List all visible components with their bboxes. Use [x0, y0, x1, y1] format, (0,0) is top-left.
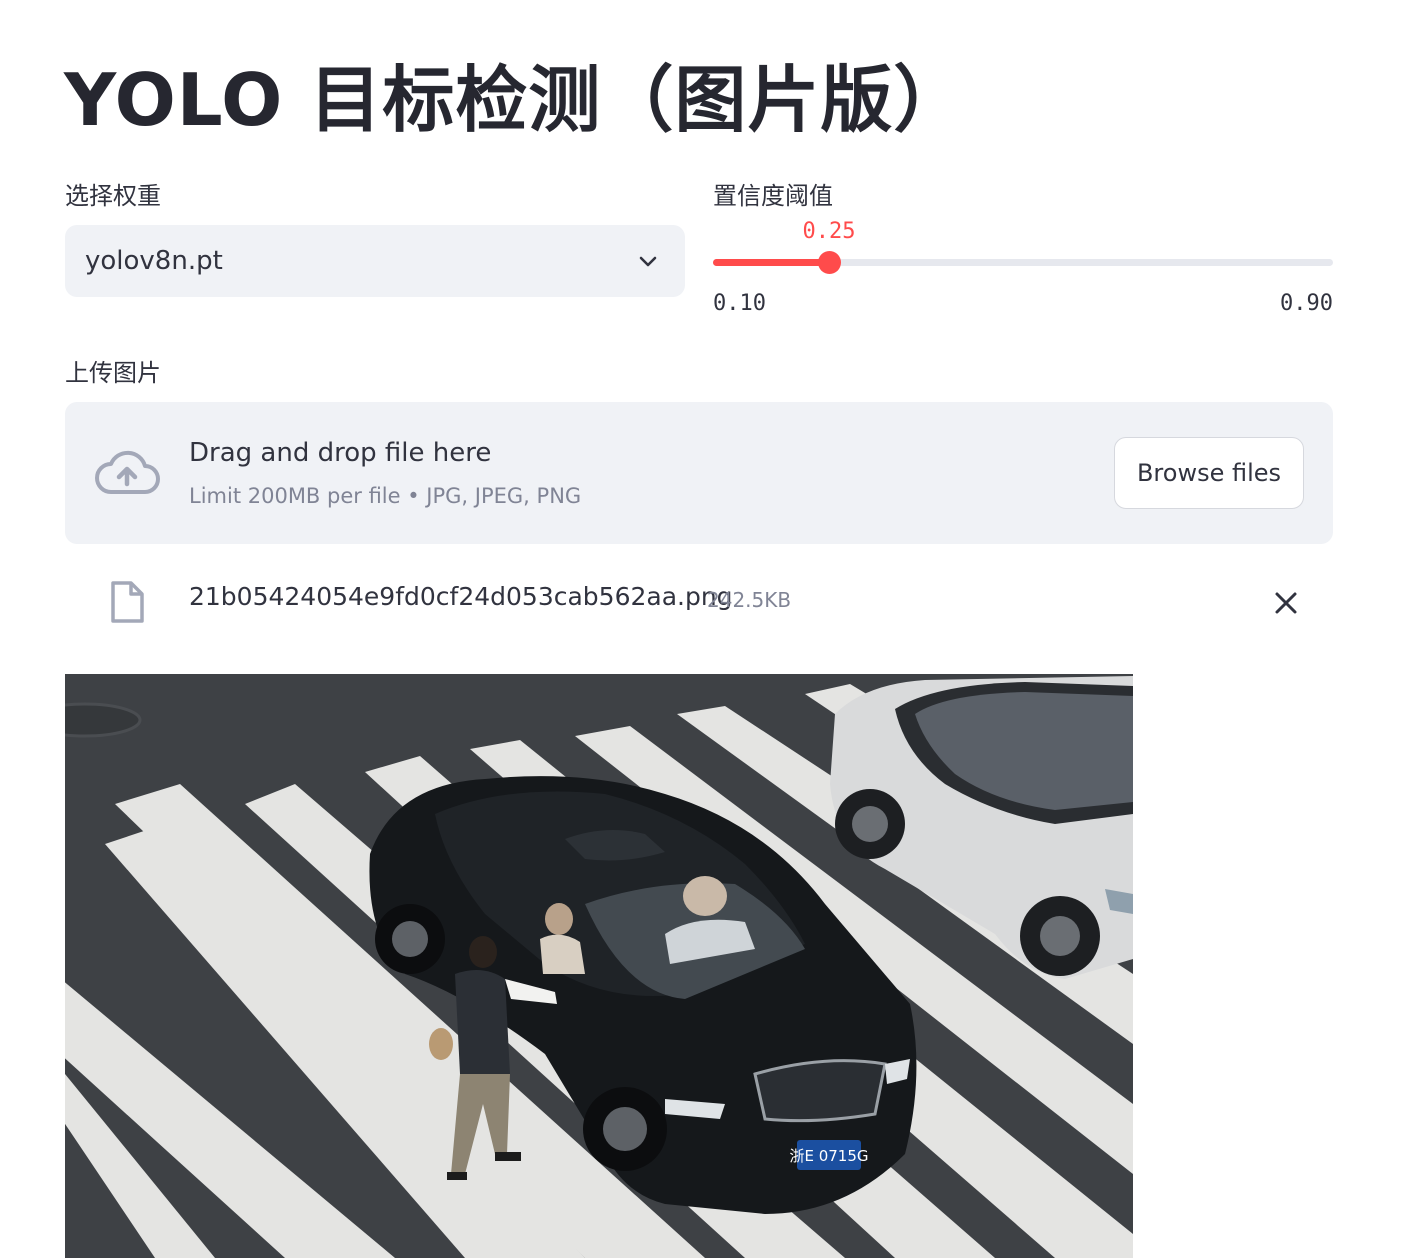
close-icon: [1275, 592, 1297, 614]
app-page: YOLO 目标检测（图片版） 选择权重 yolov8n.pt 置信度阈值 0.2…: [0, 0, 1410, 1258]
browse-files-button[interactable]: Browse files: [1114, 437, 1304, 509]
uploaded-file-name: 21b05424054e9fd0cf24d053cab562aa.png: [189, 582, 733, 611]
dropzone-instructions: Drag and drop file here: [189, 438, 492, 468]
street-photo: 浙E 0715G: [65, 674, 1133, 1258]
dropzone-limit: Limit 200MB per file • JPG, JPEG, PNG: [189, 484, 582, 508]
upload-label: 上传图片: [65, 359, 161, 387]
slider-min-value: 0.10: [713, 291, 766, 316]
slider-current-value: 0.25: [802, 219, 856, 244]
confidence-slider[interactable]: 0.25 0.10 0.90: [713, 215, 1333, 325]
slider-fill: [713, 259, 829, 266]
chevron-down-icon: [637, 250, 659, 272]
page-title: YOLO 目标检测（图片版）: [64, 58, 967, 142]
weights-selected-value: yolov8n.pt: [85, 246, 223, 276]
file-dropzone[interactable]: Drag and drop file here Limit 200MB per …: [65, 402, 1333, 544]
weights-label: 选择权重: [65, 182, 161, 210]
cloud-upload-icon: [93, 446, 161, 498]
file-icon: [109, 580, 145, 624]
weights-select[interactable]: yolov8n.pt: [65, 225, 685, 297]
uploaded-image-preview: 浙E 0715G: [65, 674, 1133, 1258]
slider-track[interactable]: [713, 259, 1333, 266]
confidence-label: 置信度阈值: [713, 182, 833, 210]
slider-thumb[interactable]: [818, 251, 841, 274]
uploaded-file-size: 242.5KB: [707, 588, 792, 612]
remove-file-button[interactable]: [1269, 586, 1303, 620]
license-plate-text: 浙E 0715G: [789, 1147, 868, 1165]
uploaded-file-row: 21b05424054e9fd0cf24d053cab562aa.png 242…: [65, 568, 1333, 636]
slider-max-value: 0.90: [1280, 291, 1333, 316]
